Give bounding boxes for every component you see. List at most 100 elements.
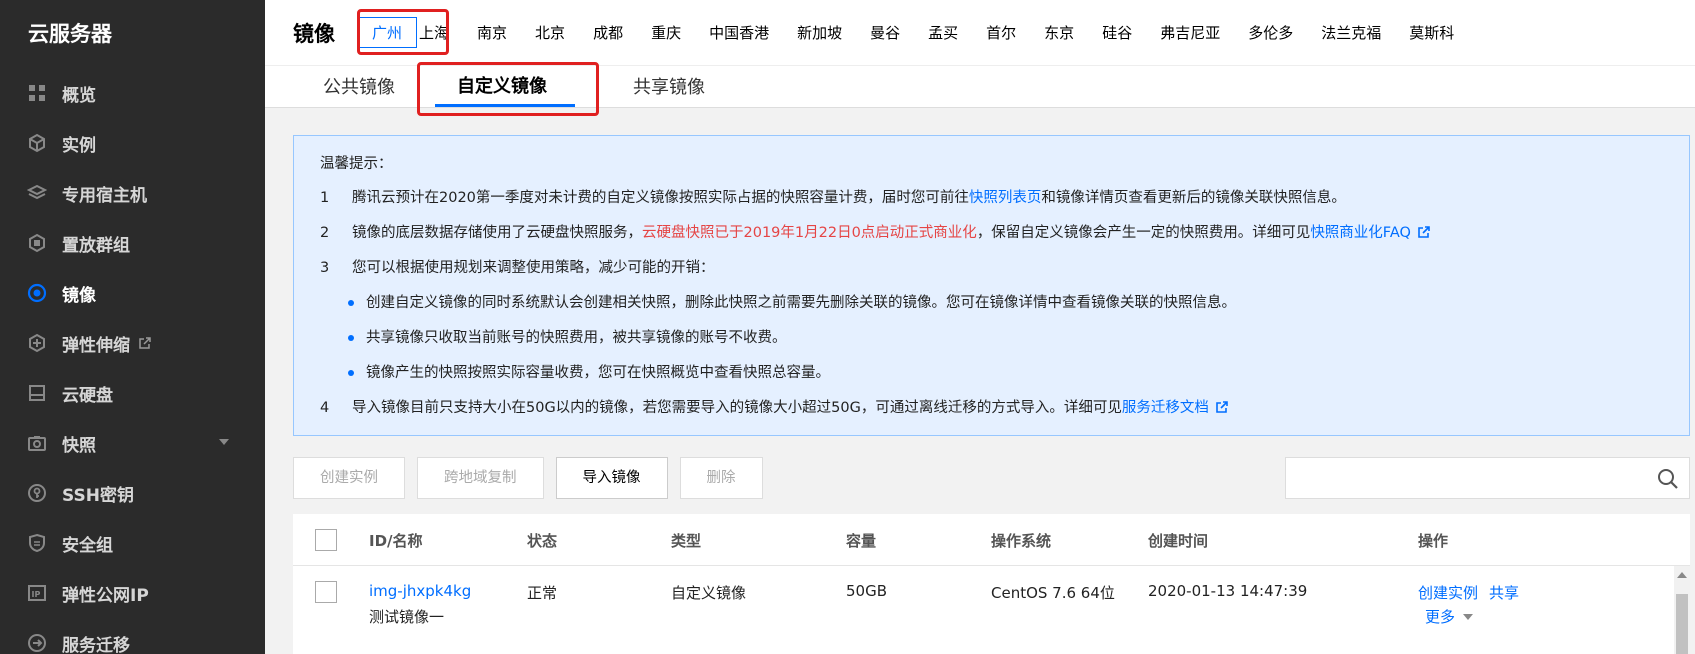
sidebar-item-cloud-disk[interactable]: 云硬盘 <box>0 368 265 418</box>
region-hongkong[interactable]: 中国香港 <box>709 22 769 43</box>
search-icon[interactable] <box>1657 468 1679 490</box>
sidebar-item-images[interactable]: 镜像 <box>0 268 265 318</box>
shield-icon <box>26 532 48 554</box>
region-chengdu[interactable]: 成都 <box>593 22 623 43</box>
external-link-icon[interactable] <box>1215 400 1229 414</box>
region-nanjing[interactable]: 南京 <box>477 22 507 43</box>
target-icon <box>26 282 48 304</box>
region-frankfurt[interactable]: 法兰克福 <box>1321 22 1381 43</box>
notice-item-number: 4 <box>320 400 330 416</box>
migration-doc-link[interactable]: 服务迁移文档 <box>1122 400 1209 416</box>
ip-icon: IP <box>26 582 48 604</box>
row-more-label[interactable]: 更多 <box>1425 608 1455 626</box>
sidebar-item-auto-scaling[interactable]: 弹性伸缩 <box>0 318 265 368</box>
image-table: ID/名称 状态 类型 容量 操作系统 创建时间 操作 img-jhxpk4kg… <box>293 514 1690 654</box>
region-silicon-valley[interactable]: 硅谷 <box>1102 22 1132 43</box>
region-chongqing[interactable]: 重庆 <box>651 22 681 43</box>
create-instance-button[interactable]: 创建实例 <box>293 457 405 499</box>
search-box <box>1285 457 1690 499</box>
notice-text: 和镜像详情页查看更新后的镜像关联快照信息。 <box>1041 190 1346 206</box>
row-create-instance-link[interactable]: 创建实例 <box>1418 582 1478 603</box>
notice-sub-item: 镜像产生的快照按照实际容量收费，您可在快照概览中查看快照总容量。 <box>320 362 1663 397</box>
notice-panel: 温馨提示： 1 腾讯云预计在2020第一季度对未计费的自定义镜像按照实际占据的快… <box>293 135 1690 436</box>
table-scrollbar[interactable] <box>1674 566 1690 654</box>
image-id-link[interactable]: img-jhxpk4kg <box>369 582 471 600</box>
notice-item: 1 腾讯云预计在2020第一季度对未计费的自定义镜像按照实际占据的快照容量计费，… <box>320 187 1663 222</box>
sidebar-nav: 概览 实例 专用宿主机 置放群组 镜像 弹性伸缩 云硬盘 快照 SSH密钥 安全… <box>0 68 265 654</box>
image-type: 自定义镜像 <box>671 584 747 602</box>
sidebar-item-label: 弹性公网IP <box>62 585 149 606</box>
region-singapore[interactable]: 新加坡 <box>797 22 842 43</box>
region-tokyo[interactable]: 东京 <box>1044 22 1074 43</box>
external-link-icon[interactable] <box>1417 225 1431 239</box>
column-header: 操作系统 <box>991 532 1052 550</box>
chevron-down-icon <box>1463 614 1474 620</box>
notice-item-number: 3 <box>320 260 330 276</box>
sidebar-item-label: 快照 <box>62 435 96 456</box>
snapshot-list-link[interactable]: 快照列表页 <box>969 190 1042 206</box>
region-mumbai[interactable]: 孟买 <box>928 22 958 43</box>
region-moscow[interactable]: 莫斯科 <box>1409 22 1454 43</box>
sidebar-item-ssh-key[interactable]: SSH密钥 <box>0 468 265 518</box>
notice-item: 4 导入镜像目前只支持大小在50G以内的镜像，若您需要导入的镜像大小超过50G，… <box>320 397 1663 432</box>
sidebar-item-label: 安全组 <box>62 535 113 556</box>
region-guangzhou[interactable]: 广州 <box>357 17 418 48</box>
tab-custom-images[interactable]: 自定义镜像 <box>435 72 575 107</box>
region-beijing[interactable]: 北京 <box>535 22 565 43</box>
scale-icon <box>26 332 48 354</box>
group-icon <box>26 232 48 254</box>
sidebar-item-overview[interactable]: 概览 <box>0 68 265 118</box>
notice-item: 2 镜像的底层数据存储使用了云硬盘快照服务，云硬盘快照已于2019年1月22日0… <box>320 222 1663 257</box>
tab-shared-images[interactable]: 共享镜像 <box>623 73 715 107</box>
snapshot-faq-link[interactable]: 快照商业化FAQ <box>1310 225 1411 241</box>
row-more-menu[interactable]: 更多 <box>1425 606 1474 627</box>
sidebar-item-label: 概览 <box>62 85 96 106</box>
row-checkbox[interactable] <box>315 581 337 603</box>
image-name: 测试镜像一 <box>369 608 445 626</box>
region-shanghai[interactable]: 上海 <box>419 22 449 43</box>
notice-item-number: 1 <box>320 190 330 206</box>
column-header: 容量 <box>846 532 877 550</box>
sidebar-item-migration[interactable]: 服务迁移 <box>0 618 265 654</box>
notice-text: ，保留自定义镜像会产生一定的快照费用。详细可见 <box>976 225 1311 241</box>
cross-region-copy-button[interactable]: 跨地域复制 <box>417 457 544 499</box>
notice-text: 腾讯云预计在2020第一季度对未计费的自定义镜像按照实际占据的快照容量计费，届时… <box>352 190 969 206</box>
sidebar-item-dedicated-host[interactable]: 专用宿主机 <box>0 168 265 218</box>
notice-item-text: 腾讯云预计在2020第一季度对未计费的自定义镜像按照实际占据的快照容量计费，届时… <box>352 187 1346 222</box>
notice-sub-item: 共享镜像只收取当前账号的快照费用，被共享镜像的账号不收费。 <box>320 327 1663 362</box>
sidebar-item-instances[interactable]: 实例 <box>0 118 265 168</box>
scrollbar-thumb[interactable] <box>1676 594 1688 654</box>
region-toronto[interactable]: 多伦多 <box>1248 22 1293 43</box>
import-image-button[interactable]: 导入镜像 <box>555 457 668 499</box>
search-input[interactable] <box>1286 458 1646 498</box>
notice-item-text: 您可以根据使用规划来调整使用策略，减少可能的开销： <box>352 260 715 276</box>
cube-icon <box>26 132 48 154</box>
delete-button[interactable]: 删除 <box>679 457 763 499</box>
column-header: 状态 <box>527 532 558 550</box>
layers-icon <box>26 182 48 204</box>
image-created-time: 2020-01-13 14:47:39 <box>1148 582 1308 600</box>
sidebar-item-label: 实例 <box>62 135 96 156</box>
sidebar-item-elastic-ip[interactable]: IP 弹性公网IP <box>0 568 265 618</box>
select-all-checkbox[interactable] <box>315 529 337 551</box>
row-share-link[interactable]: 共享 <box>1489 582 1519 603</box>
toolbar: 创建实例 跨地域复制 导入镜像 删除 <box>293 457 1690 499</box>
external-link-icon <box>138 336 152 350</box>
region-virginia[interactable]: 弗吉尼亚 <box>1160 22 1220 43</box>
scroll-up-arrow-icon[interactable] <box>1677 572 1687 578</box>
sidebar: 云服务器 概览 实例 专用宿主机 置放群组 镜像 弹性伸缩 云硬盘 快照 SSH… <box>0 0 265 654</box>
sidebar-item-placement-group[interactable]: 置放群组 <box>0 218 265 268</box>
region-seoul[interactable]: 首尔 <box>986 22 1016 43</box>
image-tabs: 公共镜像 自定义镜像 共享镜像 <box>265 66 1695 108</box>
region-bangkok[interactable]: 曼谷 <box>870 22 900 43</box>
grid-icon <box>26 82 48 104</box>
sidebar-item-snapshot[interactable]: 快照 <box>0 418 265 468</box>
tab-public-images[interactable]: 公共镜像 <box>313 73 405 107</box>
notice-text: 导入镜像目前只支持大小在50G以内的镜像，若您需要导入的镜像大小超过50G，可通… <box>352 400 1122 416</box>
region-bar: 镜像 广州 上海 南京 北京 成都 重庆 中国香港 新加坡 曼谷 孟买 首尔 东… <box>265 0 1695 66</box>
notice-title: 温馨提示： <box>320 156 393 172</box>
column-header: 类型 <box>671 532 702 550</box>
sidebar-item-security-group[interactable]: 安全组 <box>0 518 265 568</box>
migrate-icon <box>26 632 48 654</box>
sidebar-brand: 云服务器 <box>28 22 112 46</box>
